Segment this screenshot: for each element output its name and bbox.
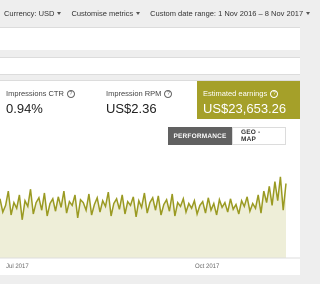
date-range-dropdown[interactable]: Custom date range: 1 Nov 2016 – 8 Nov 20…	[150, 9, 311, 18]
metric-impressions-ctr[interactable]: Impressions CTR ? 0.94%	[0, 81, 100, 121]
metric-value: US$23,653.26	[203, 101, 287, 116]
filter-bar[interactable]	[0, 27, 300, 51]
chevron-down-icon	[57, 12, 62, 15]
date-range-label: Custom date range: 1 Nov 2016 – 8 Nov 20…	[150, 9, 304, 18]
currency-dropdown[interactable]: Currency: USD	[4, 9, 62, 18]
metric-value: US$2.36	[106, 101, 157, 116]
help-icon[interactable]: ?	[270, 89, 279, 98]
metric-label: Impression RPM	[106, 89, 162, 98]
metric-value: 0.94%	[6, 101, 43, 116]
earnings-chart: Jul 2017 Oct 2017	[0, 176, 300, 270]
customise-metrics-label: Customise metrics	[71, 9, 134, 18]
x-tick-label: Oct 2017	[195, 264, 220, 270]
footer-gap	[0, 275, 300, 284]
metric-label: Estimated earnings	[203, 89, 268, 98]
metric-impression-rpm[interactable]: Impression RPM ? US$2.36	[100, 81, 196, 121]
currency-label: Currency: USD	[4, 9, 55, 18]
help-icon[interactable]: ?	[66, 89, 75, 98]
metric-label: Impressions CTR	[6, 89, 64, 98]
tab-geo-map[interactable]: GEO - MAP	[232, 127, 286, 145]
top-toolbar: Currency: USD Customise metrics Custom d…	[0, 0, 311, 27]
view-tabs: PERFORMANCE GEO - MAP	[168, 127, 286, 145]
chevron-down-icon	[306, 12, 311, 15]
help-icon[interactable]: ?	[164, 89, 173, 98]
divider	[0, 50, 300, 57]
customise-metrics-dropdown[interactable]: Customise metrics	[71, 9, 141, 18]
metric-estimated-earnings[interactable]: Estimated earnings ? US$23,653.26	[197, 81, 300, 119]
chevron-down-icon	[136, 12, 141, 15]
secondary-bar	[0, 57, 300, 75]
x-tick-label: Jul 2017	[6, 264, 29, 270]
tab-performance[interactable]: PERFORMANCE	[168, 127, 232, 145]
area-fill	[0, 176, 286, 258]
